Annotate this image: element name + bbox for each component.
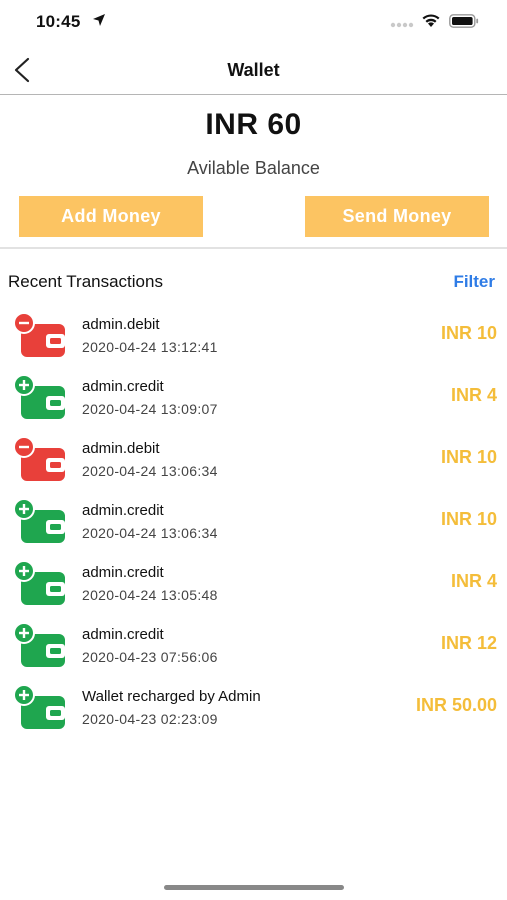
transaction-row[interactable]: admin.credit 2020-04-24 13:09:07 INR 4 [0,370,507,432]
transaction-list: admin.debit 2020-04-24 13:12:41 INR 10 admi… [0,308,507,742]
transaction-amount: INR 50.00 [415,695,497,715]
transaction-title: Wallet recharged by Admin [82,688,261,705]
section-divider [0,247,507,249]
transaction-row[interactable]: admin.credit 2020-04-23 07:56:06 INR 12 [0,618,507,680]
cellular-signal-icon [390,22,414,28]
transaction-title: admin.credit [82,502,164,519]
transaction-amount: INR 10 [440,509,497,529]
navigation-bar: Wallet [0,44,507,95]
transaction-date: 2020-04-24 13:09:07 [82,401,218,417]
wallet-plus-icon [13,560,65,605]
wallet-plus-icon [13,374,65,419]
transaction-amount: INR 10 [440,447,497,467]
send-money-button[interactable]: Send Money [305,196,489,237]
transaction-title: admin.credit [82,564,164,581]
transaction-row[interactable]: admin.debit 2020-04-24 13:12:41 INR 10 [0,308,507,370]
location-arrow-icon [93,14,105,26]
transaction-row[interactable]: Wallet recharged by Admin 2020-04-23 02:2… [0,680,507,742]
wallet-plus-icon [13,498,65,543]
transaction-date: 2020-04-24 13:12:41 [82,339,218,355]
battery-icon [449,14,479,28]
transaction-amount: INR 12 [440,633,497,653]
transaction-title: admin.debit [82,440,160,457]
status-time: 10:45 [36,12,81,31]
transaction-amount: INR 4 [450,571,497,591]
wifi-icon [422,14,440,27]
transaction-date: 2020-04-24 13:05:48 [82,587,218,603]
transaction-row[interactable]: admin.credit 2020-04-24 13:06:34 INR 10 [0,494,507,556]
transaction-date: 2020-04-23 07:56:06 [82,649,218,665]
wallet-plus-icon [13,684,65,729]
transaction-row[interactable]: admin.credit 2020-04-24 13:05:48 INR 4 [0,556,507,618]
wallet-plus-icon [13,622,65,667]
balance-amount: INR 60 [205,108,302,141]
transaction-title: admin.debit [82,316,160,333]
recent-transactions-title: Recent Transactions [8,272,163,291]
transaction-date: 2020-04-24 13:06:34 [82,525,218,541]
transaction-title: admin.credit [82,626,164,643]
transaction-title: admin.credit [82,378,164,395]
wallet-minus-icon [13,312,65,357]
transaction-row[interactable]: admin.debit 2020-04-24 13:06:34 INR 10 [0,432,507,494]
add-money-button[interactable]: Add Money [19,196,203,237]
wallet-minus-icon [13,436,65,481]
page-title: Wallet [227,60,280,80]
balance-label: Avilable Balance [187,158,320,178]
transaction-amount: INR 10 [440,323,497,343]
home-indicator[interactable] [164,885,344,890]
filter-button[interactable]: Filter [453,272,495,292]
transaction-amount: INR 4 [450,385,497,405]
status-bar: 10:45 [0,0,507,44]
transaction-date: 2020-04-23 02:23:09 [82,711,218,727]
transaction-date: 2020-04-24 13:06:34 [82,463,218,479]
